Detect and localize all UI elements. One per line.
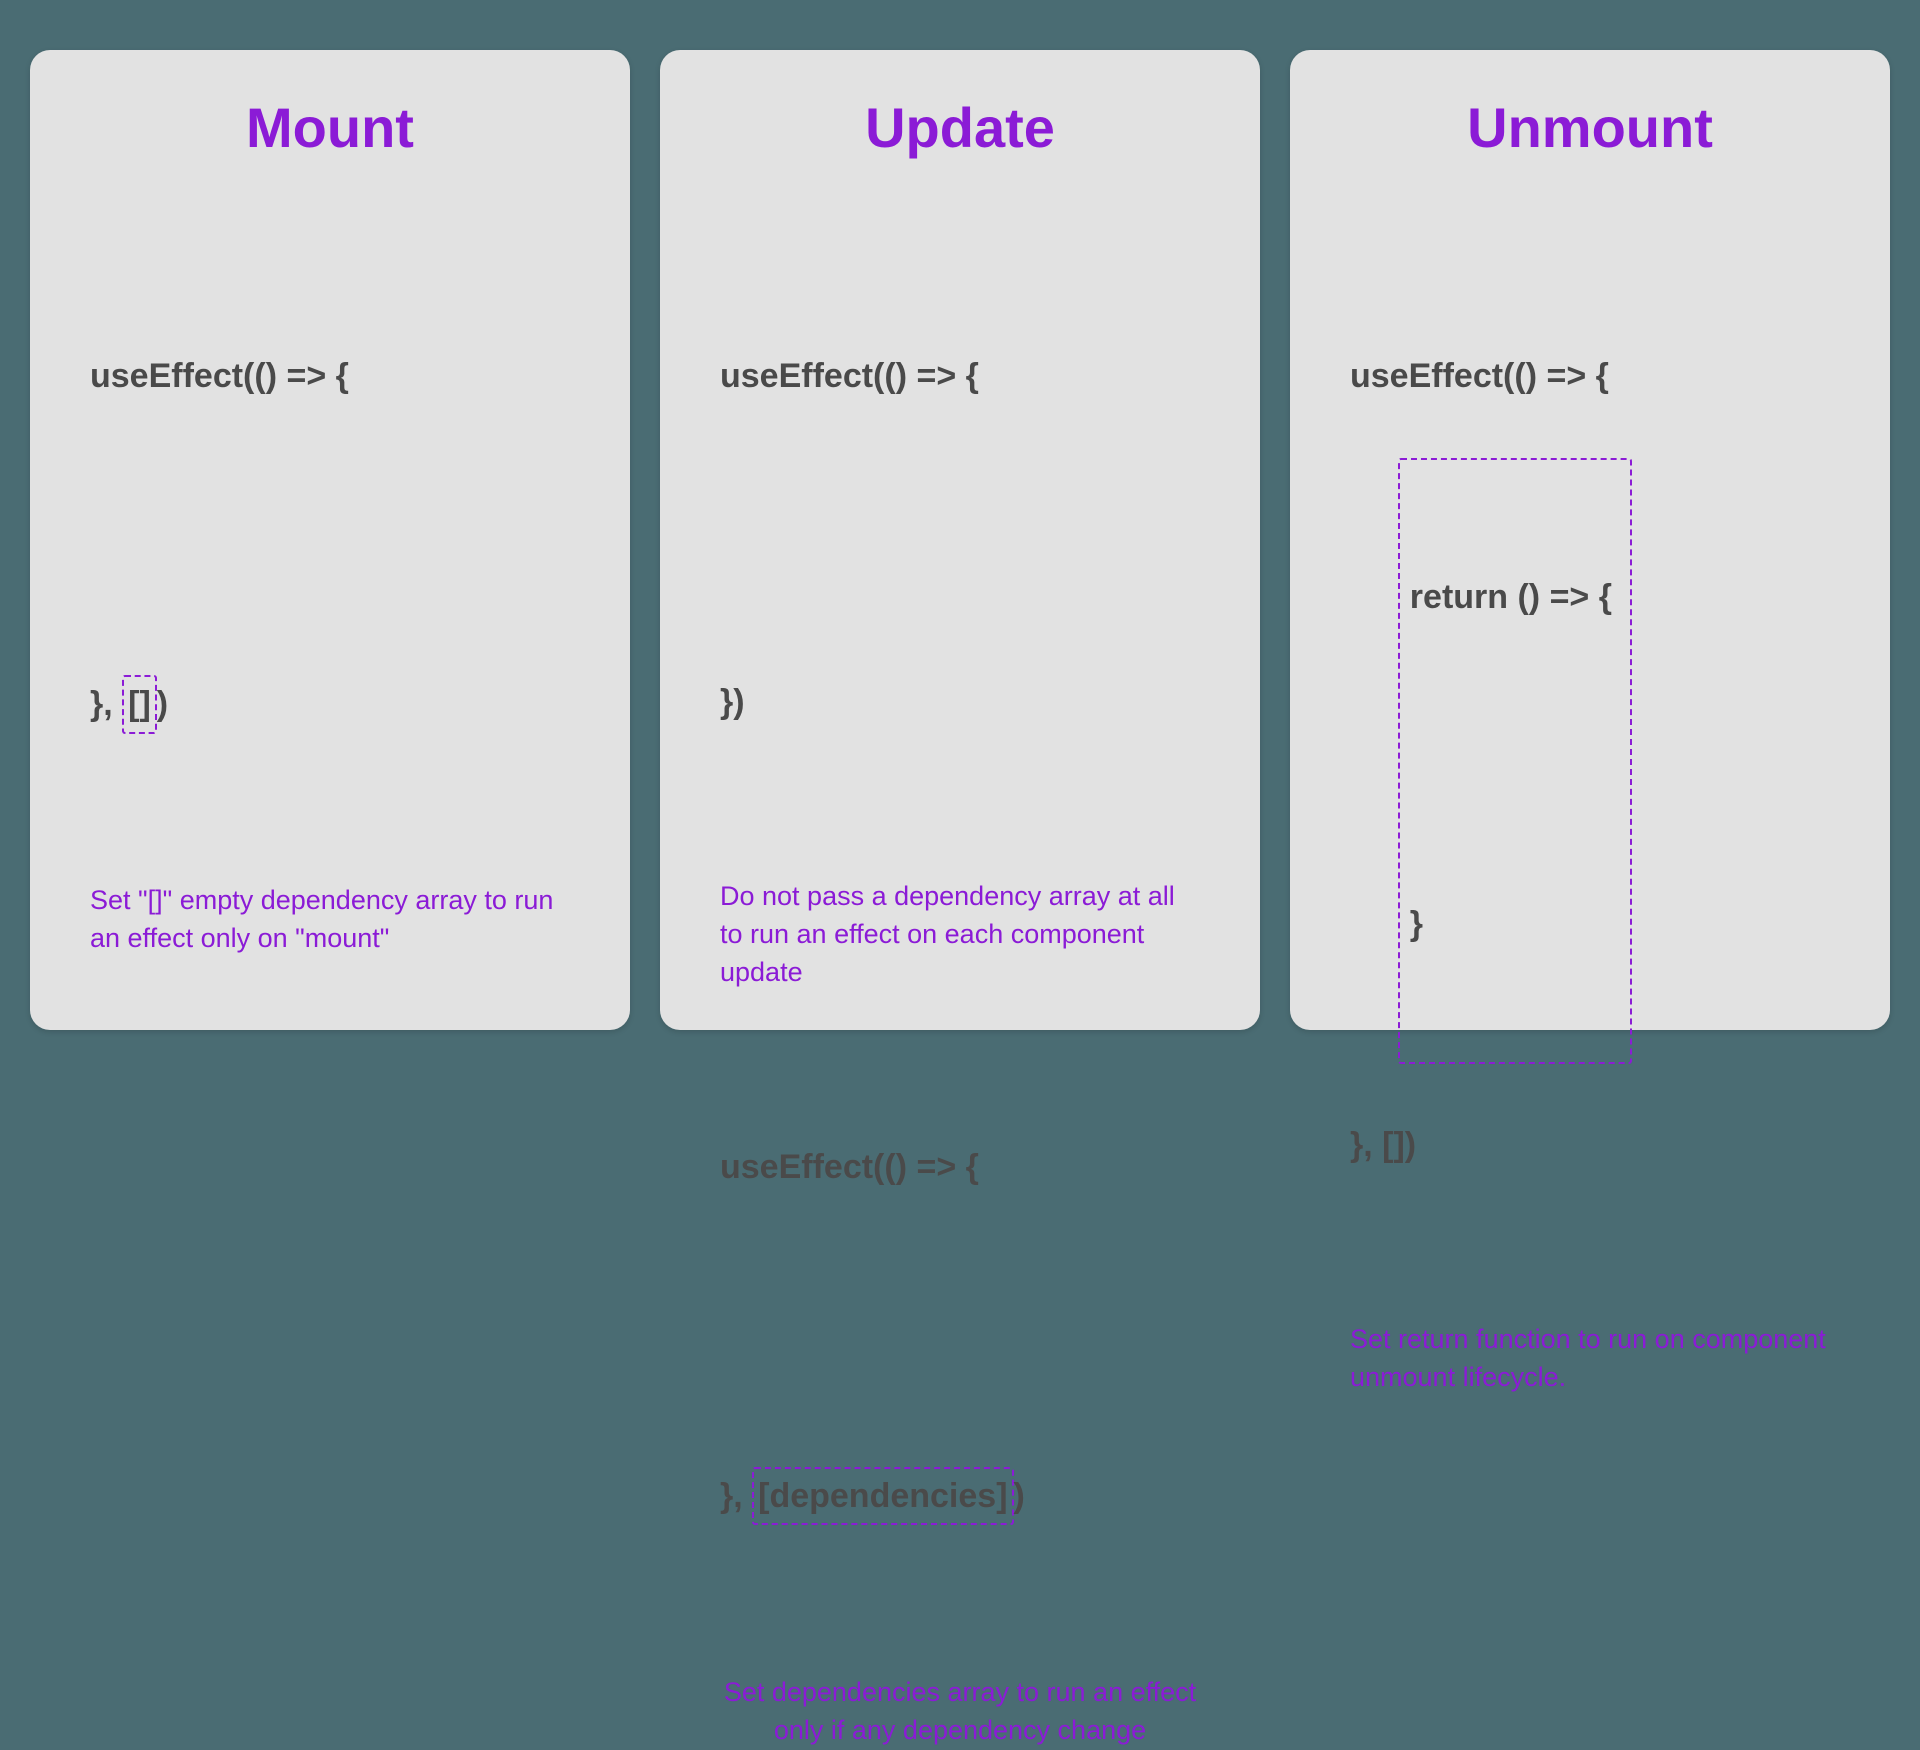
code-block-update-1: useEffect(() => { }) <box>720 240 1200 838</box>
code-blank-line <box>720 512 1200 566</box>
card-title: Mount <box>90 95 570 160</box>
code-line: useEffect(() => { <box>720 349 1200 403</box>
code-block-mount: useEffect(() => { }, []) <box>90 240 570 842</box>
code-line: }, []) <box>90 675 570 733</box>
card-title: Unmount <box>1350 95 1830 160</box>
description-unmount: Set return function to run on component … <box>1350 1321 1830 1397</box>
code-line: }, []) <box>1350 1118 1830 1172</box>
code-block-unmount: useEffect(() => { return () => { } }, []… <box>1350 240 1830 1281</box>
code-blank-line <box>720 1304 1200 1358</box>
card-title: Update <box>720 95 1200 160</box>
code-block-update-2: useEffect(() => { }, [dependencies]) <box>720 1032 1200 1634</box>
card-update: Update useEffect(() => { }) Do not pass … <box>660 50 1260 1030</box>
code-line: } <box>1410 897 1612 951</box>
description-mount: Set "[]" empty dependency array to run a… <box>90 882 570 958</box>
code-blank-line <box>1410 734 1612 788</box>
dashed-highlight-dependencies: [dependencies] <box>752 1467 1013 1525</box>
code-text: }, <box>720 1477 752 1515</box>
dashed-highlight-empty-array: [] <box>122 675 157 733</box>
description-update-1: Do not pass a dependency array at all to… <box>720 878 1200 991</box>
card-unmount: Unmount useEffect(() => { return () => {… <box>1290 50 1890 1030</box>
code-line: return () => { <box>1410 570 1612 624</box>
code-text: ) <box>157 685 168 723</box>
code-line: useEffect(() => { <box>1350 349 1830 403</box>
code-blank-line <box>90 512 570 566</box>
code-line: }, [dependencies]) <box>720 1467 1200 1525</box>
code-text: }, <box>90 685 122 723</box>
code-text: ) <box>1014 1477 1025 1515</box>
description-update-2: Set dependencies array to run an effect … <box>720 1674 1200 1750</box>
code-line: useEffect(() => { <box>720 1140 1200 1194</box>
card-mount: Mount useEffect(() => { }, []) Set "[]" … <box>30 50 630 1030</box>
dashed-highlight-return-block: return () => { } <box>1398 458 1632 1064</box>
code-line: useEffect(() => { <box>90 349 570 403</box>
code-line: }) <box>720 675 1200 729</box>
